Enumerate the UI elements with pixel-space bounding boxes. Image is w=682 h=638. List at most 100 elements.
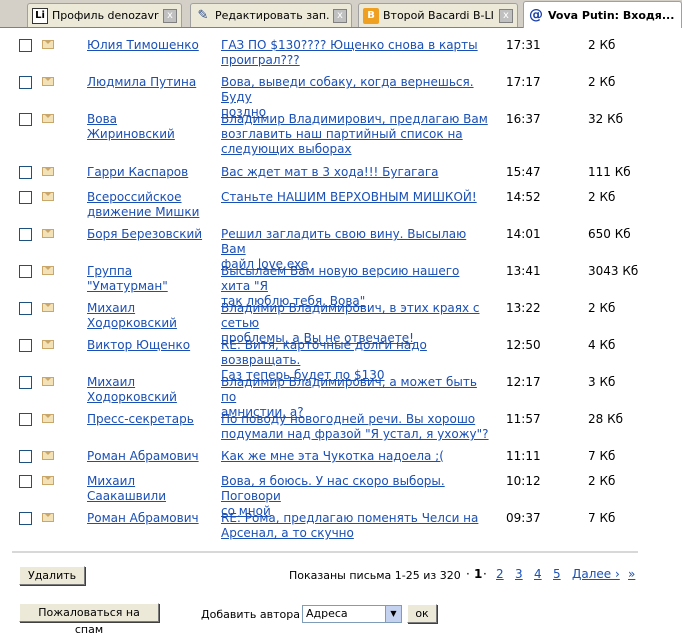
message-checkbox[interactable] [19, 166, 32, 179]
message-checkbox[interactable] [19, 450, 32, 463]
sender-line: Боря Березовский [87, 227, 203, 241]
pen-icon: ✎ [197, 8, 209, 23]
list-divider [12, 551, 638, 553]
tab-inbox[interactable]: @ Vova Putin: Входя... [523, 1, 682, 28]
sender-line: Виктор Ющенко [87, 338, 191, 352]
message-subject-link[interactable]: Как же мне эта Чукотка надоела ;( [221, 449, 491, 464]
message-checkbox[interactable] [19, 413, 32, 426]
pager-last-link[interactable]: » [628, 567, 635, 581]
message-subject-link[interactable]: RE: Рома, предлагаю поменять Челси на Арс… [221, 511, 491, 541]
message-subject-link[interactable]: Владимир Владимирович, предлагаю Вам возг… [221, 112, 491, 157]
tab-bacardi[interactable]: B Второй Bacardi B-LI... x [358, 3, 518, 27]
sender-line: Юлия Тимошенко [87, 38, 199, 52]
tab-title: Второй Bacardi B-LI... [383, 9, 495, 22]
pager-page-4[interactable]: 4 [534, 567, 542, 581]
tab-profile[interactable]: Li Профиль denozavre... x [27, 3, 182, 27]
tab-title: Профиль denozavre... [52, 9, 159, 22]
subject-line: Владимир Владимирович, в этих краях с се… [221, 301, 480, 330]
tab-title: Vova Putin: Входя... [548, 8, 675, 22]
envelope-icon [42, 451, 54, 460]
shown-count: Показаны письма 1-25 из 320 [289, 569, 461, 582]
envelope-icon [42, 414, 54, 423]
envelope-icon [42, 229, 54, 238]
sender-line: Пресс-секретарь [87, 412, 194, 426]
message-checkbox[interactable] [19, 228, 32, 241]
sender-line: Михаил [87, 301, 136, 315]
message-sender-link[interactable]: Роман Абрамович [87, 449, 207, 464]
pager-next-link[interactable]: Далее › [572, 567, 620, 581]
message-checkbox[interactable] [19, 475, 32, 488]
message-sender-link[interactable]: Всероссийское движение Мишки [87, 190, 207, 220]
message-sender-link[interactable]: Роман Абрамович [87, 511, 207, 526]
chevron-down-icon[interactable]: ▼ [385, 606, 401, 622]
browser-tab-bar: Li Профиль denozavre... x ✎ Редактироват… [0, 0, 682, 28]
close-icon[interactable]: x [499, 8, 513, 23]
subject-line: По поводу новогодней речи. Вы хорошо [221, 412, 476, 426]
sender-line: Роман Абрамович [87, 449, 199, 463]
message-subject-link[interactable]: Вас ждет мат в 3 хода!!! Бугагага [221, 165, 491, 180]
message-sender-link[interactable]: Группа "Уматурман" [87, 264, 207, 294]
message-size: 3 Кб [588, 375, 616, 389]
message-subject-link[interactable]: По поводу новогодней речи. Вы хорошо поду… [221, 412, 491, 442]
message-checkbox[interactable] [19, 512, 32, 525]
tab-title: Редактировать зап... [215, 9, 329, 22]
subject-line: подумали над фразой "Я устал, я ухожу"? [221, 427, 489, 441]
message-time: 11:57 [506, 412, 541, 426]
message-sender-link[interactable]: Вова Жириновский [87, 112, 207, 142]
report-spam-button[interactable]: Пожаловаться на спам [19, 603, 159, 636]
message-sender-link[interactable]: Боря Березовский [87, 227, 207, 242]
message-size: 4 Кб [588, 338, 616, 352]
address-book-select[interactable]: Адреса ▼ [302, 605, 402, 623]
envelope-icon [42, 377, 54, 386]
message-time: 11:11 [506, 449, 541, 463]
pager-bullet: · [483, 567, 487, 581]
message-checkbox[interactable] [19, 191, 32, 204]
pager-page-2[interactable]: 2 [496, 567, 504, 581]
message-time: 12:17 [506, 375, 541, 389]
subject-line: возглавить наш партийный список на [221, 127, 463, 141]
message-sender-link[interactable]: Михаил Саакашвили [87, 474, 207, 504]
message-sender-link[interactable]: Гарри Каспаров [87, 165, 207, 180]
sender-line: движение Мишки [87, 205, 200, 219]
tab-edit-post[interactable]: ✎ Редактировать зап... x [190, 3, 352, 27]
message-sender-link[interactable]: Михаил Ходорковский [87, 301, 207, 331]
message-time: 09:37 [506, 511, 541, 525]
message-checkbox[interactable] [19, 39, 32, 52]
envelope-icon [42, 266, 54, 275]
message-size: 2 Кб [588, 301, 616, 315]
message-checkbox[interactable] [19, 76, 32, 89]
message-size: 28 Кб [588, 412, 624, 426]
pager-page-5[interactable]: 5 [553, 567, 561, 581]
message-size: 2 Кб [588, 38, 616, 52]
close-icon[interactable]: x [333, 8, 347, 23]
message-size: 111 Кб [588, 165, 631, 179]
subject-line: Станьте НАШИМ ВЕРХОВНЫМ МИШКОЙ! [221, 190, 477, 204]
message-sender-link[interactable]: Пресс-секретарь [87, 412, 207, 427]
pager-bullet: · [466, 567, 470, 581]
message-subject-link[interactable]: ГАЗ ПО $130???? Ющенко снова в карты прои… [221, 38, 491, 68]
message-sender-link[interactable]: Людмила Путина [87, 75, 207, 90]
sender-line: Ходорковский [87, 390, 177, 404]
message-checkbox[interactable] [19, 113, 32, 126]
message-sender-link[interactable]: Виктор Ющенко [87, 338, 207, 353]
pager-page-3[interactable]: 3 [515, 567, 523, 581]
sender-line: Группа "Уматурман" [87, 264, 168, 293]
sender-line: Михаил [87, 375, 136, 389]
message-checkbox[interactable] [19, 339, 32, 352]
sender-line: Людмила Путина [87, 75, 197, 89]
message-checkbox[interactable] [19, 376, 32, 389]
close-icon[interactable]: x [163, 8, 177, 23]
ok-button[interactable]: ок [407, 604, 437, 623]
subject-line: следующих выборах [221, 142, 352, 156]
message-subject-link[interactable]: Станьте НАШИМ ВЕРХОВНЫМ МИШКОЙ! [221, 190, 491, 205]
message-checkbox[interactable] [19, 265, 32, 278]
message-time: 17:31 [506, 38, 541, 52]
subject-line: Высылаем Вам новую версию нашего хита "Я [221, 264, 460, 293]
message-sender-link[interactable]: Михаил Ходорковский [87, 375, 207, 405]
message-time: 13:41 [506, 264, 541, 278]
message-sender-link[interactable]: Юлия Тимошенко [87, 38, 207, 53]
delete-button[interactable]: Удалить [19, 566, 85, 585]
envelope-icon [42, 77, 54, 86]
message-size: 2 Кб [588, 474, 616, 488]
message-checkbox[interactable] [19, 302, 32, 315]
